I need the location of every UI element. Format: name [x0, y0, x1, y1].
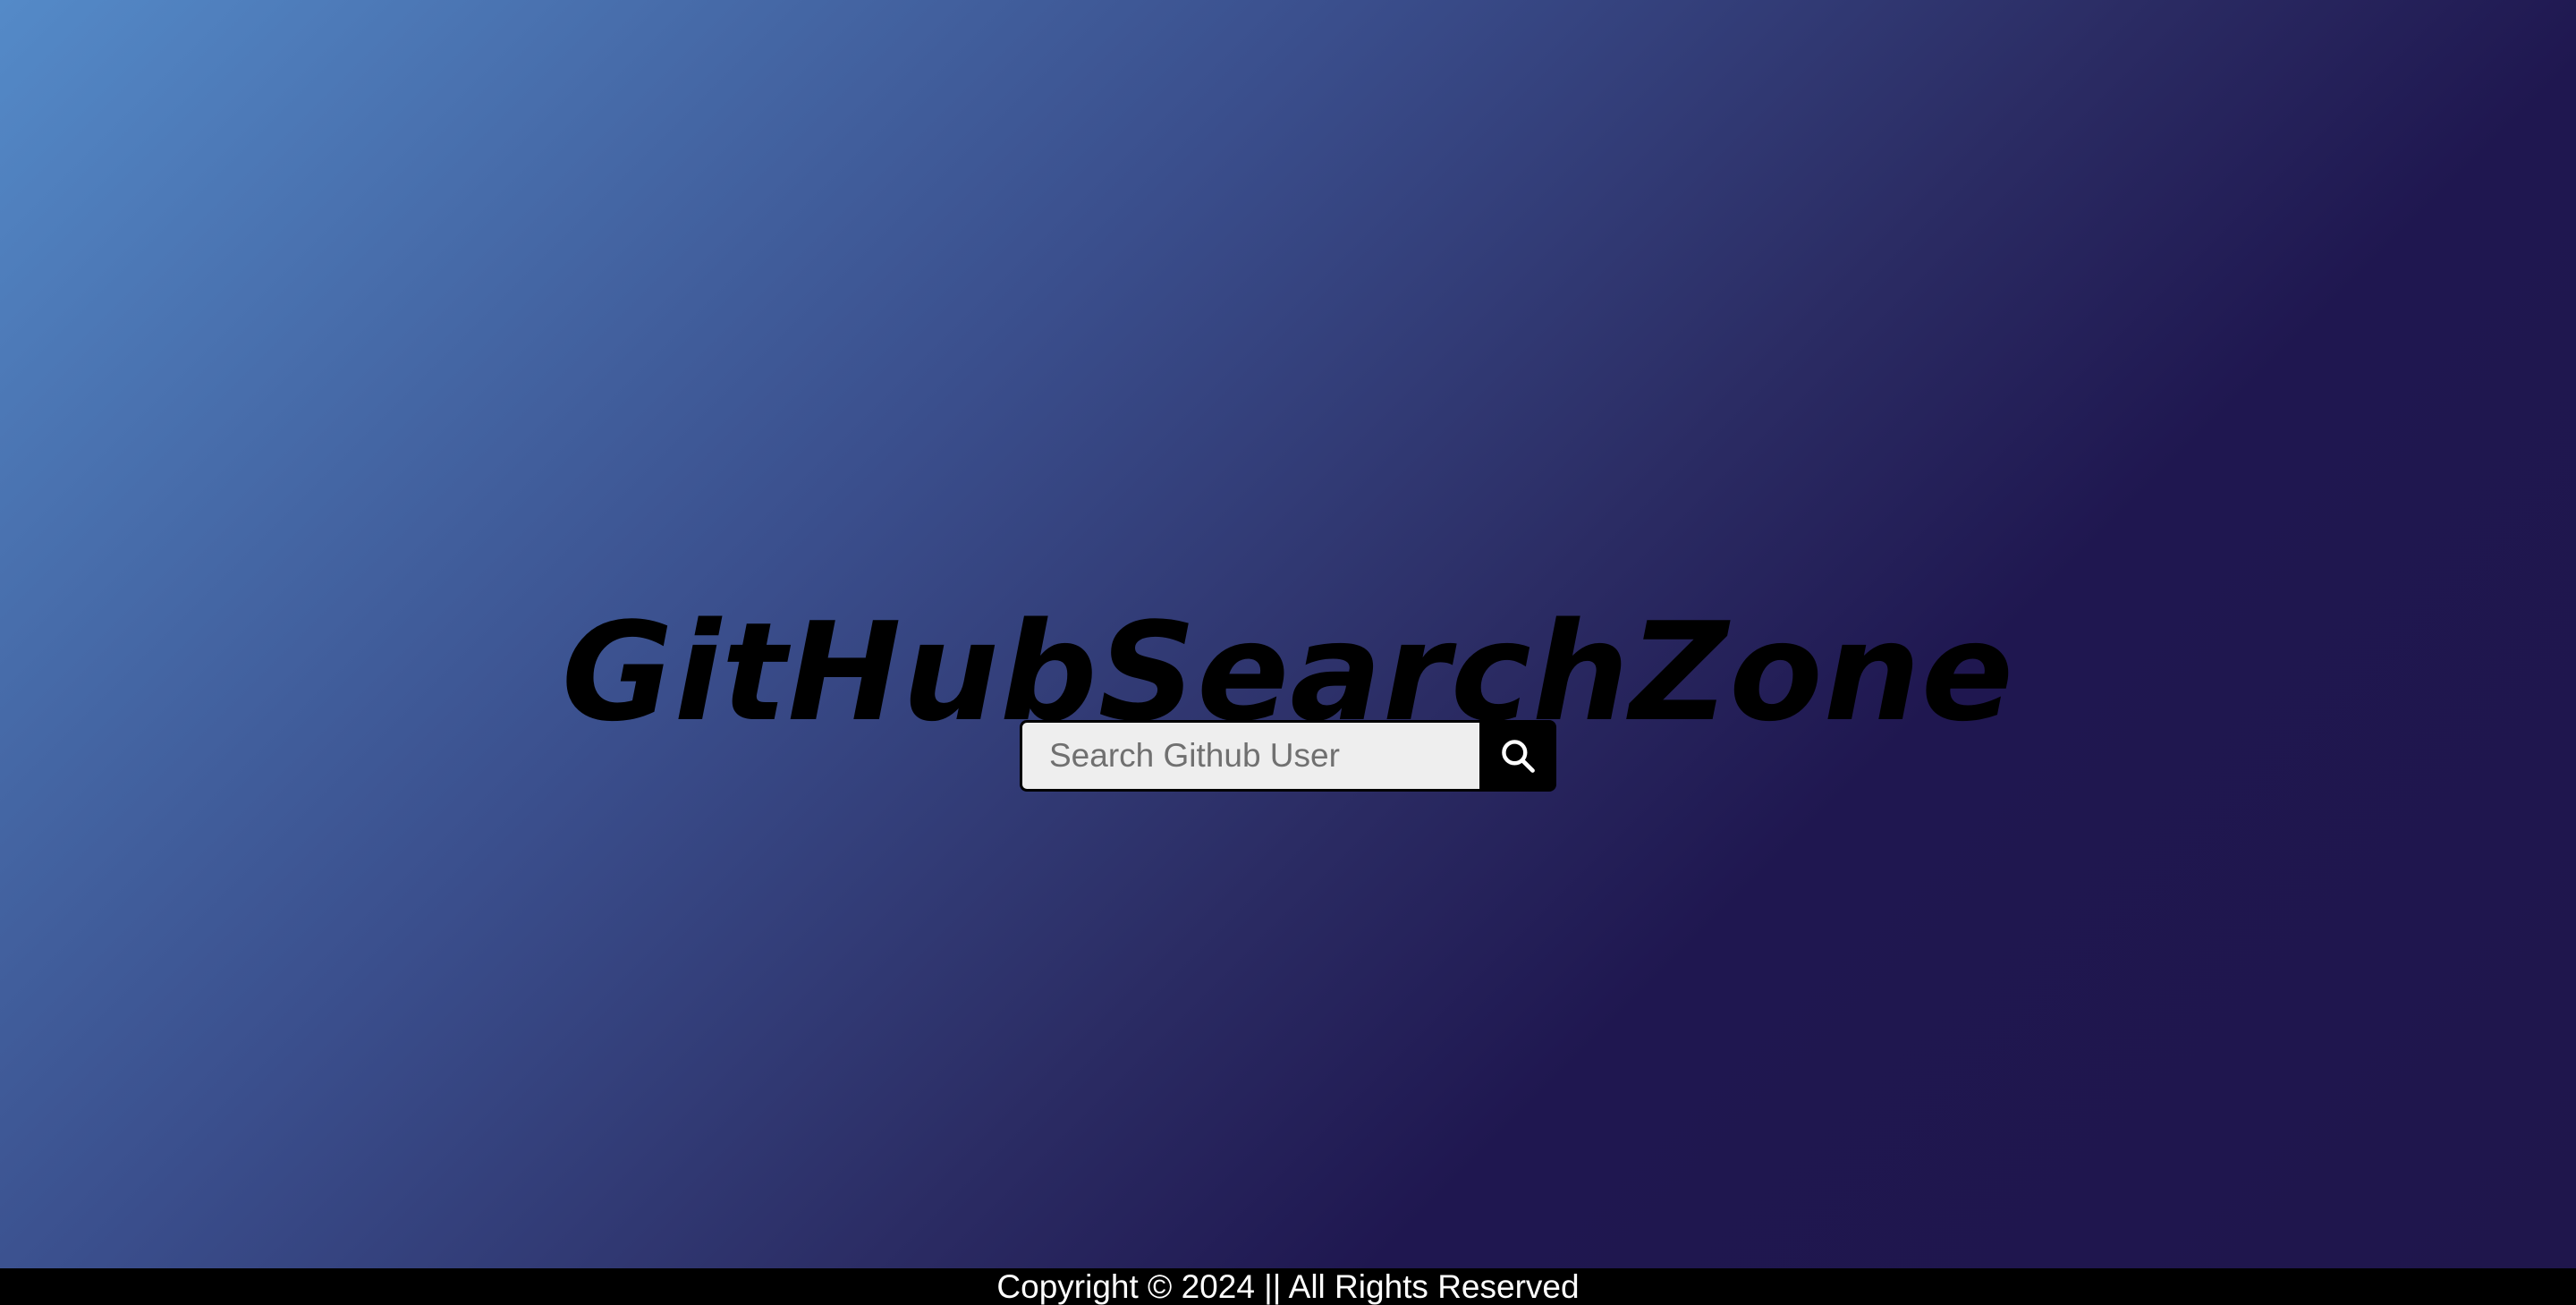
copyright-text: Copyright © 2024 || All Rights Reserved: [996, 1268, 1580, 1305]
hero-section: GitHubSearchZone: [0, 0, 2576, 1268]
footer: Copyright © 2024 || All Rights Reserved: [0, 1268, 2576, 1305]
search-input[interactable]: [1020, 720, 1479, 792]
search-icon: [1498, 736, 1538, 775]
search-button[interactable]: [1479, 720, 1556, 792]
search-bar: [1020, 720, 1556, 792]
